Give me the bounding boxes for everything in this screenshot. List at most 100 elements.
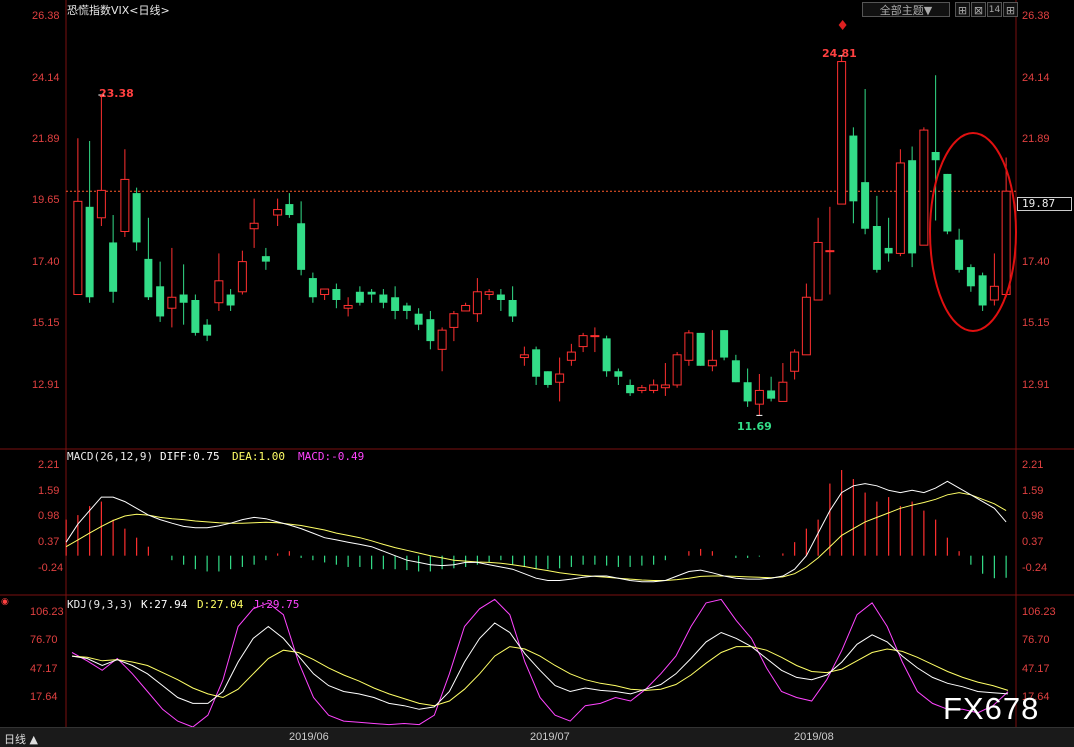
candle-body [297,223,306,270]
candle-body [626,384,635,394]
candle-body [120,178,130,232]
candle-body [472,291,482,315]
candle-body [966,267,975,287]
candle-body [355,291,364,303]
candle-body [754,389,764,405]
candle-body [955,239,964,270]
candle-body [426,319,435,342]
candle-body [684,332,694,361]
candle-body [872,226,881,270]
price-axis-right-6: 12.91 [1022,379,1050,391]
macd-axis-left-3: 0.37 [38,536,60,548]
macd-axis-right-2: 0.98 [1022,510,1044,522]
period-tab[interactable]: 日线 ▲ [4,731,38,747]
candle-body [543,371,552,385]
candle-body [801,296,811,356]
kdj-axis-right-0: 106.23 [1022,606,1056,618]
candle-body [402,305,411,311]
kdj-j: J:29.75 [253,598,300,611]
kdj-axis-left-2: 47.17 [30,663,58,675]
price-axis-left-3: 19.65 [32,194,60,206]
candle-body [85,206,94,298]
main-chart-title: 恐慌指数VIX<日线> [67,4,170,17]
tool-button-3[interactable]: 14 [987,2,1002,17]
tool-button-4[interactable]: ⊞ [1003,2,1018,17]
candle-body [249,222,259,230]
macd-axis-right-4: -0.24 [1022,562,1048,574]
price-axis-left-2: 21.89 [32,133,60,145]
candle-body [672,354,682,386]
candle-body [214,280,224,304]
annotation-high-1: 23.38 [99,87,134,100]
macd-value: MACD:-0.49 [298,450,365,463]
date-label-1: 2019/07 [530,731,570,743]
candle-body [989,285,999,301]
candle-body [179,294,188,303]
candle-body [449,313,459,328]
candle-body [778,381,788,402]
annotation-low: 11.69 [737,420,772,433]
kdj-d: D:27.04 [197,598,244,611]
candle-body [767,390,776,399]
candle-body [614,371,623,377]
kdj-axis-left-1: 76.70 [30,634,58,646]
candle-body [308,278,317,298]
candle-body [203,324,212,336]
candle-body [532,349,541,377]
candle-body [696,332,705,366]
candle-body [156,286,165,317]
macd-axis-right-0: 2.21 [1022,459,1044,471]
candle-body [519,354,529,359]
candle-body [837,61,847,205]
candle-body [226,294,235,306]
candle-body [508,300,517,317]
tool-button-2[interactable]: ⊠ [971,2,986,17]
kdj-axis-left-0: 106.23 [30,606,64,618]
candle-body [660,384,670,389]
macd-axis-right-1: 1.59 [1022,485,1044,497]
candle-body [861,182,870,229]
candle-body [144,258,153,298]
candle-body [555,373,565,383]
kdj-j-line [71,598,1009,728]
kdj-title: KDJ(9,3,3) [67,598,134,611]
candle-body [332,289,341,300]
candle-body [649,384,659,391]
candle-body [790,351,800,372]
watermark: FX678 [943,691,1040,726]
price-axis-left-1: 24.14 [32,72,60,84]
candle-body [414,313,423,325]
candle-body [707,359,717,367]
candle-body [825,250,835,253]
macd-axis-left-1: 1.59 [38,485,60,497]
current-price-box: 19.87 [1017,197,1072,211]
kdj-axis-right-2: 47.17 [1022,663,1050,675]
theme-select-button[interactable]: 全部主题▼ [862,2,950,17]
price-axis-left-5: 15.15 [32,317,60,329]
candle-body [237,261,247,293]
kdj-marker-icon: ◉ [1,597,9,607]
candle-body [602,338,611,372]
candle-body [720,330,729,358]
macd-title: MACD(26,12,9) [67,450,154,463]
price-axis-right-1: 24.14 [1022,72,1050,84]
price-axis-right-2: 21.89 [1022,133,1050,145]
annotation-high-2: 24.81 [822,47,857,60]
price-axis-left-4: 17.40 [32,256,60,268]
macd-axis-left-2: 0.98 [38,510,60,522]
candle-body [132,193,141,243]
candle-body [484,291,494,296]
candle-body [566,351,576,361]
kdj-axis-left-3: 17.64 [30,691,58,703]
date-label-2: 2019/08 [794,731,834,743]
price-axis-right-4: 17.40 [1022,256,1050,268]
candle-body [367,291,376,295]
chart-canvas [0,0,1074,728]
candle-body [437,329,447,350]
candle-body [895,162,905,254]
price-axis-left-6: 12.91 [32,379,60,391]
date-label-0: 2019/06 [289,731,329,743]
price-axis-left-0: 26.38 [32,10,60,22]
candle-body [461,304,471,312]
tool-button-1[interactable]: ⊞ [955,2,970,17]
